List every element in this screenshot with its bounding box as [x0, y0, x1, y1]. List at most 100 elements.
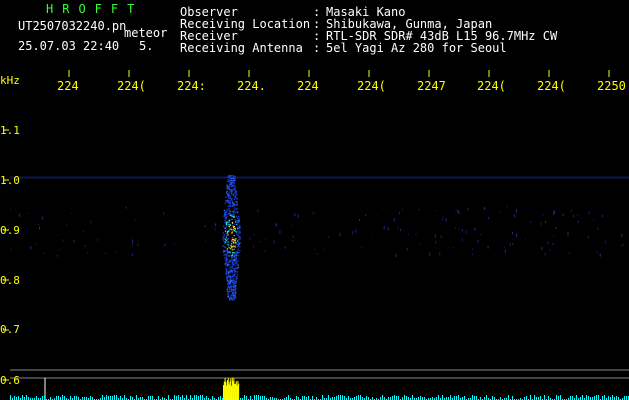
echo-pixel: [233, 270, 235, 272]
meter-bar: [360, 395, 361, 400]
noise-dot: [401, 208, 403, 210]
noise-dot: [540, 222, 542, 226]
echo-pixel: [239, 231, 241, 234]
meter-bar: [612, 395, 613, 400]
meter-bar: [106, 395, 107, 400]
echo-pixel: [233, 209, 235, 211]
echo-pixel: [228, 188, 230, 190]
echo-pixel: [239, 238, 241, 241]
echo-pixel: [231, 232, 233, 235]
echo-pixel: [236, 274, 238, 276]
echo-pixel: [236, 222, 238, 224]
noise-dot: [125, 206, 127, 209]
echo-pixel: [231, 215, 233, 217]
echo-pixel: [225, 224, 228, 226]
echo-pixel: [237, 235, 239, 237]
noise-dot: [322, 248, 324, 250]
echo-pixel: [224, 259, 227, 261]
echo-pixel: [223, 236, 225, 239]
meter-bar: [44, 396, 45, 400]
echo-pixel: [234, 269, 237, 271]
noise-dot: [10, 248, 12, 251]
noise-dot: [552, 243, 554, 246]
noise-dot: [39, 226, 41, 230]
echo-pixel: [233, 195, 235, 197]
noise-dot: [504, 249, 506, 253]
echo-pixel: [224, 216, 226, 218]
echo-pixel: [232, 226, 235, 229]
echo-pixel: [235, 267, 237, 269]
meter-bar: [312, 396, 313, 400]
noise-dot: [214, 228, 216, 231]
noise-dot: [59, 249, 61, 251]
meter-bar: [194, 395, 195, 400]
meter-bar: [596, 395, 597, 400]
echo-pixel: [234, 175, 236, 178]
meter-bar: [626, 396, 627, 400]
meter-bar: [250, 396, 251, 400]
echo-pixel: [237, 266, 239, 268]
echo-pixel: [227, 287, 229, 289]
echo-pixel: [231, 240, 233, 242]
noise-dot: [435, 240, 437, 244]
y-tick-1.0: 1.0: [0, 174, 20, 187]
noise-dot: [361, 246, 363, 248]
echo-pixel: [230, 179, 233, 182]
noise-dot: [506, 206, 508, 208]
meter-bar: [304, 396, 305, 400]
noise-dot: [524, 238, 526, 240]
echo-pixel: [228, 251, 230, 253]
noise-dot: [454, 227, 456, 229]
echo-pixel: [231, 218, 233, 221]
meter-bar: [220, 396, 221, 400]
meter-bar: [608, 396, 609, 400]
meter-bar: [340, 395, 341, 400]
noise-dot: [292, 240, 294, 242]
meter-bar: [148, 396, 149, 400]
meter-bar: [202, 395, 203, 400]
noise-dot: [314, 248, 316, 250]
echo-pixel: [231, 205, 234, 207]
noise-dot: [90, 220, 92, 224]
echo-pixel: [230, 279, 232, 281]
noise-dot: [352, 230, 354, 234]
meter-bar: [62, 395, 63, 400]
echo-pixel: [235, 221, 237, 223]
echo-pixel: [225, 254, 227, 257]
echo-pixel: [230, 268, 232, 270]
echo-pixel: [222, 232, 224, 234]
echo-pixel: [235, 238, 237, 240]
echo-pixel: [233, 263, 235, 266]
echo-pixel: [226, 278, 229, 280]
meter-bar: [392, 396, 393, 400]
noise-dot: [84, 244, 86, 247]
meter-bar: [594, 396, 595, 400]
meter-bar: [344, 396, 345, 400]
echo-pixel: [235, 194, 237, 197]
noise-dot: [131, 253, 133, 256]
echo-pixel: [229, 200, 231, 202]
echo-pixel: [222, 245, 224, 247]
echo-pixel: [223, 225, 225, 227]
echo-pixel: [229, 228, 231, 230]
noise-dots: [10, 206, 624, 258]
echo-pixel: [227, 193, 229, 195]
noise-dot: [471, 248, 473, 250]
echo-pixel: [229, 298, 231, 301]
echo-pixel: [226, 265, 228, 267]
echo-pixel: [228, 290, 230, 293]
echo-pixel: [233, 207, 236, 209]
echo-pixel: [230, 184, 232, 186]
echo-pixel: [229, 247, 231, 250]
echo-pixel: [237, 227, 240, 229]
echo-pixel: [225, 250, 227, 252]
echo-pixel: [226, 200, 228, 202]
echo-pixel: [226, 290, 228, 292]
noise-dot: [383, 226, 385, 230]
echo-pixel: [236, 207, 238, 210]
echo-pixel: [227, 221, 229, 224]
echo-pixel: [235, 260, 237, 262]
noise-dot: [370, 237, 372, 239]
x-tick-2242: 224(: [117, 80, 146, 92]
noise-dot: [365, 214, 367, 217]
